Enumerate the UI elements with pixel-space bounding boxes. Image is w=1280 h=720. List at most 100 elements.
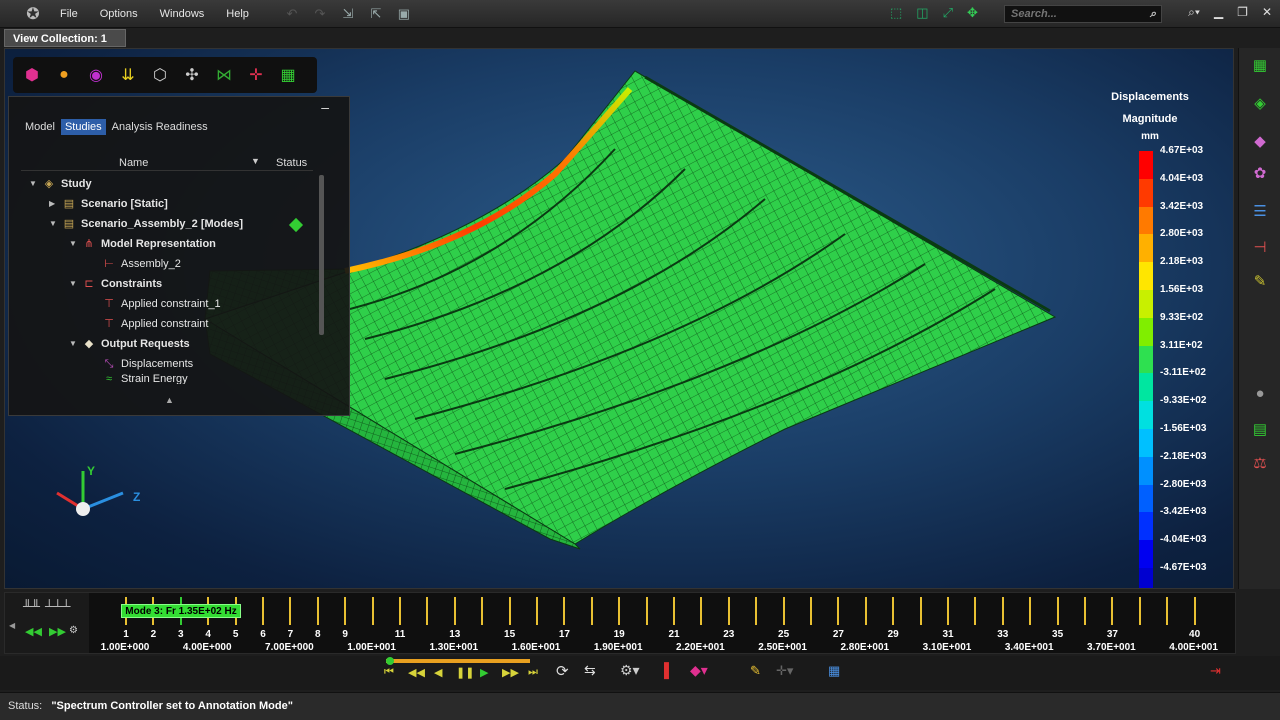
restore-icon[interactable]: ❐ [1237, 5, 1248, 20]
mode-tick[interactable] [262, 597, 264, 625]
first-frame-icon[interactable]: ⏮ [384, 666, 394, 679]
mode-tick[interactable] [1138, 597, 1141, 625]
search-icon[interactable]: ⌕ [1150, 6, 1156, 22]
fit-view-icon[interactable]: ⬚ [890, 5, 902, 21]
tree-item[interactable]: ⊤ Applied constraint [89, 314, 208, 334]
exit-icon[interactable]: ⇥ [1210, 663, 1221, 679]
mode-tick[interactable] [1084, 597, 1086, 625]
step-back-fast-icon[interactable]: ◀◀ [408, 666, 425, 679]
mode-tick[interactable] [508, 597, 511, 625]
annotate-pencil-icon[interactable]: ✎ [750, 663, 761, 679]
mode-tick[interactable] [316, 597, 319, 625]
timeline-track[interactable]: 1 2 3 4 5 6 7 8 9 11 13 15 17 19 21 23 25 27 29 31 33 35 37 40 [89, 593, 1235, 640]
timeline-settings-icon[interactable]: ⚙ [69, 625, 78, 636]
import-icon[interactable]: ⇲ [339, 6, 357, 22]
mesh-tool-icon[interactable]: ▦ [1249, 56, 1271, 76]
mode-tick[interactable] [837, 597, 840, 625]
mode-tick[interactable] [618, 597, 621, 625]
tree-item[interactable]: ▼ ◈ Study [29, 174, 92, 194]
mode-tick[interactable] [727, 597, 730, 625]
tree-item[interactable]: ▼ ◆ Output Requests [69, 334, 190, 354]
mode-tick[interactable] [947, 597, 949, 625]
list-icon[interactable]: ☰ [1249, 202, 1271, 222]
mode-tick[interactable] [481, 597, 484, 625]
bounce-icon[interactable]: ⇆ [584, 662, 596, 679]
zoom-icon[interactable]: ⤢ [943, 5, 953, 21]
mode-tick[interactable] [755, 597, 758, 625]
export-icon[interactable]: ⇱ [367, 6, 385, 22]
column-status[interactable]: Status [276, 157, 307, 169]
expand-arrow-icon[interactable]: ▼ [69, 334, 81, 354]
menu-file[interactable]: File [60, 8, 78, 20]
pencil-tool-icon[interactable]: ✎ [1249, 272, 1271, 292]
menu-help[interactable]: Help [226, 8, 249, 20]
mode-tick[interactable] [673, 597, 675, 625]
pan-icon[interactable]: ✥ [967, 5, 978, 21]
mode-tick[interactable] [1056, 597, 1059, 625]
mode-tick[interactable] [563, 597, 566, 625]
ruler-fine-icon[interactable]: ┴┴┴ [45, 599, 71, 613]
save-icon[interactable]: ▣ [395, 6, 413, 22]
search-box[interactable]: ⌕ [1004, 5, 1162, 23]
mode-tick[interactable] [645, 597, 648, 625]
tab-model[interactable]: Model [21, 119, 59, 135]
mode-tick[interactable] [974, 597, 977, 625]
tree-item[interactable]: ▼ ⋔ Model Representation [69, 234, 216, 254]
panel-resize-icon[interactable]: ▲ [165, 395, 174, 405]
playback-progress[interactable] [386, 657, 530, 665]
pause-icon[interactable]: ❚❚ [456, 666, 474, 679]
menu-windows[interactable]: Windows [160, 8, 205, 20]
filter-icon[interactable]: ▼ [251, 156, 260, 166]
view-cube-icon[interactable]: ◫ [916, 5, 928, 21]
mode-tick[interactable] [426, 597, 429, 625]
expand-arrow-icon[interactable]: ▼ [69, 274, 81, 294]
step-back-icon[interactable]: ◀ [434, 666, 442, 679]
expand-arrow-icon[interactable]: ▼ [69, 234, 81, 254]
undo-icon[interactable]: ↶ [283, 6, 301, 22]
spectrum-timeline[interactable]: ╨╨ ┴┴┴ ◀ ◀◀ ▶▶ ⚙ 1 2 3 4 5 6 7 8 9 11 13 15 17 19 21 23… [4, 592, 1236, 654]
tree-item[interactable]: ▼ ⊏ Constraints [69, 274, 162, 294]
mode-tick[interactable] [892, 597, 895, 625]
sphere-icon[interactable]: ● [1249, 384, 1271, 404]
menu-options[interactable]: Options [100, 8, 138, 20]
step-forward-fast-icon[interactable]: ▶▶ [502, 666, 519, 679]
fast-forward-icon[interactable]: ▶▶ [49, 625, 66, 638]
mode-tick[interactable] [371, 597, 374, 625]
mode-tick[interactable] [399, 597, 401, 625]
tree-item[interactable]: ▼ ▤ Scenario_Assembly_2 [Modes] [49, 214, 243, 234]
loop-icon[interactable]: ⟳ [556, 662, 569, 680]
help-dropdown-icon[interactable]: ⌕▾ [1188, 5, 1200, 20]
expand-arrow-icon[interactable]: ▼ [49, 214, 61, 234]
probe-icon[interactable]: ⊣ [1249, 238, 1271, 258]
contour-icon[interactable]: ⚙▾ [620, 662, 640, 679]
mode-tick[interactable] [1193, 597, 1196, 625]
minimize-icon[interactable]: ▁ [1214, 5, 1223, 20]
search-input[interactable] [1011, 8, 1141, 20]
mode-tick[interactable] [1029, 597, 1032, 625]
tab-studies[interactable]: Studies [60, 119, 106, 135]
deformation-icon[interactable]: ◆▾ [690, 662, 708, 679]
expand-arrow-icon[interactable]: ▶ [49, 194, 61, 214]
tree-item[interactable]: ⊢ Assembly_2 [89, 254, 181, 274]
legend-toggle-icon[interactable]: ▌ [664, 662, 674, 678]
mode-tick[interactable] [700, 597, 703, 625]
mode-tick[interactable] [1001, 597, 1004, 625]
mode-tick[interactable] [453, 597, 456, 625]
mode-tick[interactable] [344, 597, 347, 625]
mode-tick[interactable] [782, 597, 785, 625]
mode-tick[interactable] [919, 597, 922, 625]
last-frame-icon[interactable]: ⏭ [528, 666, 538, 679]
tree-item[interactable]: ≈ Strain Energy [89, 374, 188, 384]
layers-icon[interactable]: ◈ [1249, 94, 1271, 114]
mode-tick[interactable] [1111, 597, 1114, 625]
rewind-icon[interactable]: ◀◀ [25, 625, 42, 638]
timeline-expand-icon[interactable]: ◀ [9, 621, 15, 630]
crosshair-icon[interactable]: ✛▾ [776, 663, 793, 679]
scale-icon[interactable]: ⚖ [1249, 454, 1271, 474]
close-icon[interactable]: ✕ [1262, 5, 1272, 20]
tree-item[interactable]: ⊤ Applied constraint_1 [89, 294, 220, 314]
mode-tick[interactable] [810, 597, 812, 625]
tree-scrollbar[interactable] [319, 175, 324, 335]
play-icon[interactable]: ▶ [480, 666, 488, 679]
section-icon[interactable]: ▤ [1249, 420, 1271, 440]
